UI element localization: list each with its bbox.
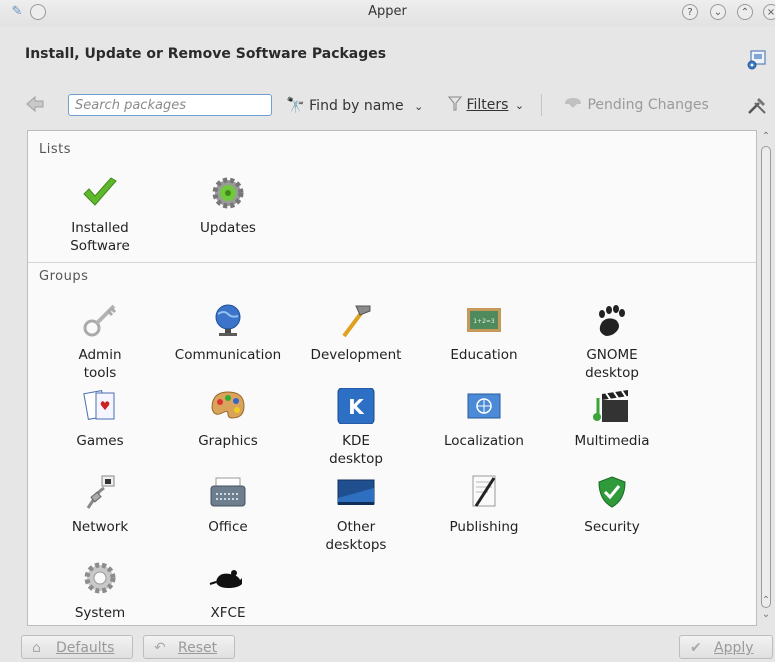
toolbar-divider xyxy=(541,94,542,116)
group-other-desktops[interactable]: Other desktops xyxy=(301,474,411,554)
globe-icon xyxy=(215,304,241,336)
binoculars-icon: 🔭 xyxy=(286,96,305,114)
groups-section-title: Groups xyxy=(39,269,89,284)
chevron-down-icon: ⌄ xyxy=(514,99,525,112)
toolbar: 🔭 Find by name ⌄ Filters ⌄ Pending Chang… xyxy=(0,86,775,122)
pen-paper-icon xyxy=(472,475,496,507)
updates-gear-icon xyxy=(212,177,244,209)
find-by-name-button[interactable]: 🔭 Find by name ⌄ xyxy=(286,94,423,116)
palette-icon xyxy=(211,391,245,419)
group-network[interactable]: Network xyxy=(45,474,155,536)
xfce-mouse-icon xyxy=(209,570,242,588)
cards-icon: ♥ xyxy=(83,390,115,420)
group-system[interactable]: System xyxy=(45,560,155,622)
apply-button[interactable]: ✔ Apply xyxy=(679,635,773,659)
checkmark-icon xyxy=(83,177,117,206)
checkmark-icon: ✔ xyxy=(690,640,702,656)
group-games[interactable]: ♥ Games xyxy=(45,388,155,450)
lists-section-title: Lists xyxy=(39,142,71,157)
group-gnome-desktop[interactable]: GNOME desktop xyxy=(557,302,667,382)
minimize-button[interactable]: ⌄ xyxy=(710,4,726,20)
group-publishing[interactable]: Publishing xyxy=(429,474,539,536)
system-gear-icon xyxy=(84,562,116,594)
group-kde-desktop[interactable]: K KDE desktop xyxy=(301,388,411,468)
group-office[interactable]: Office xyxy=(173,474,283,536)
reset-button[interactable]: ↶ Reset xyxy=(143,635,235,659)
group-security[interactable]: Security xyxy=(557,474,667,536)
close-button[interactable]: × xyxy=(763,4,775,20)
group-xfce[interactable]: XFCE xyxy=(173,560,283,622)
help-button[interactable]: ? xyxy=(682,4,698,20)
maximize-button[interactable]: ⌃ xyxy=(737,4,753,20)
group-graphics[interactable]: Graphics xyxy=(173,388,283,450)
defaults-button[interactable]: ⌂ Defaults xyxy=(21,635,133,659)
window-title: Apper xyxy=(368,4,407,19)
page-title: Install, Update or Remove Software Packa… xyxy=(25,46,387,62)
scrollbar-thumb[interactable] xyxy=(761,146,771,608)
svg-text:♥: ♥ xyxy=(100,399,111,413)
desktop-icon xyxy=(337,479,375,505)
group-education[interactable]: 1+2=3 Education xyxy=(429,302,539,364)
chevron-down-icon: ⌄ xyxy=(414,100,424,113)
section-divider xyxy=(28,262,756,263)
tools-icon[interactable] xyxy=(746,96,768,116)
group-multimedia[interactable]: Multimedia xyxy=(557,388,667,450)
gnome-foot-icon xyxy=(599,305,625,336)
group-development[interactable]: Development xyxy=(301,302,411,364)
scroll-down-icon[interactable]: ⌄ xyxy=(760,609,772,621)
group-admin-tools[interactable]: Admin tools xyxy=(45,302,155,382)
settings-icon[interactable] xyxy=(746,49,768,71)
key-icon xyxy=(83,304,117,337)
shield-icon xyxy=(598,476,626,508)
group-localization[interactable]: Localization xyxy=(429,388,539,450)
un-flag-icon xyxy=(467,393,501,419)
hammer-icon xyxy=(342,305,371,338)
scroll-up-icon[interactable]: ⌃ xyxy=(760,595,772,607)
scroll-up-icon[interactable]: ⌃ xyxy=(760,131,772,143)
filter-icon xyxy=(447,96,463,111)
pending-changes-button[interactable]: Pending Changes xyxy=(563,94,709,116)
list-item-installed[interactable]: Installed Software xyxy=(45,175,155,255)
group-communication[interactable]: Communication xyxy=(173,302,283,364)
defaults-icon: ⌂ xyxy=(32,640,41,656)
search-input[interactable] xyxy=(68,94,272,116)
filters-button[interactable]: Filters ⌄ xyxy=(447,94,525,116)
button-bar: ⌂ Defaults ↶ Reset ✔ Apply xyxy=(0,628,775,662)
clapperboard-icon xyxy=(593,390,628,422)
reset-icon: ↶ xyxy=(154,640,166,656)
pending-changes-icon xyxy=(565,98,581,108)
kde-icon: K xyxy=(337,388,375,424)
content-panel: Lists Installed Software Updates Groups … xyxy=(27,130,757,626)
back-arrow-icon[interactable] xyxy=(25,95,45,113)
chalkboard-icon: 1+2=3 xyxy=(467,308,501,332)
network-plug-icon xyxy=(86,475,115,509)
window-titlebar: ✎ Apper ? ⌄ ⌃ × xyxy=(0,0,775,26)
typewriter-icon xyxy=(210,477,246,507)
svg-text:K: K xyxy=(348,395,365,419)
list-item-updates[interactable]: Updates xyxy=(173,175,283,237)
vertical-scrollbar[interactable]: ⌃ ⌃ ⌄ xyxy=(757,130,775,624)
svg-text:1+2=3: 1+2=3 xyxy=(473,318,495,325)
